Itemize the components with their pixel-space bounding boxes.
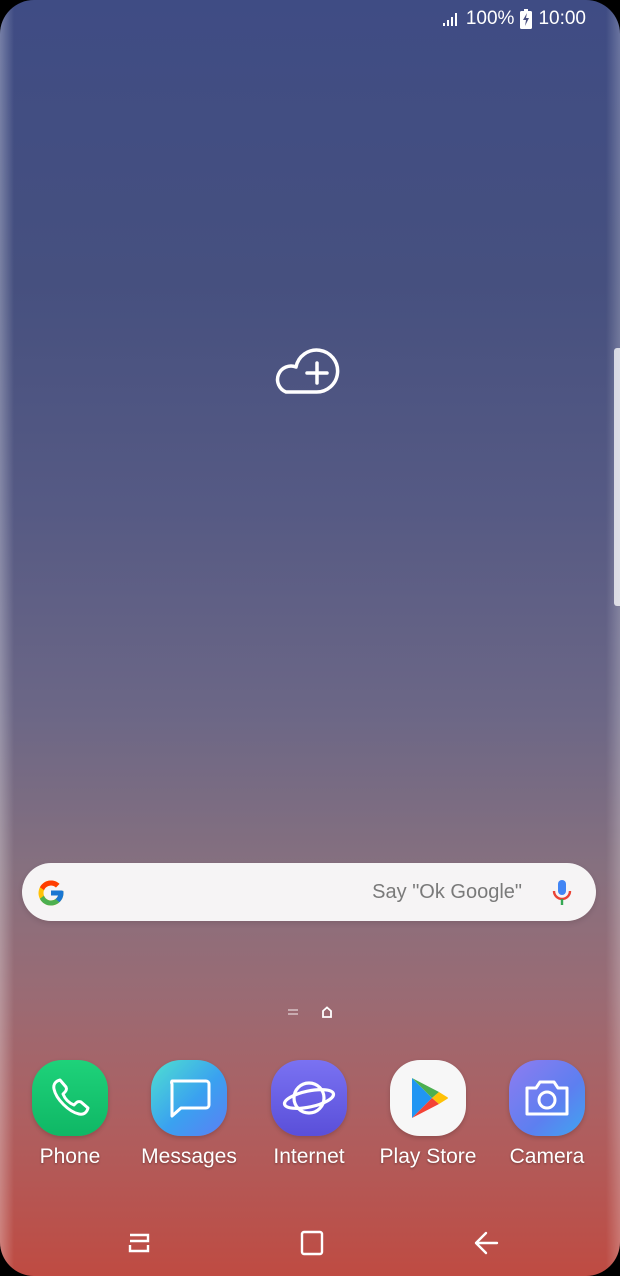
app-label: Internet — [273, 1145, 345, 1168]
play-store-icon[interactable] — [390, 1060, 466, 1136]
messages-icon[interactable] — [151, 1060, 227, 1136]
edge-panel-handle[interactable] — [614, 348, 620, 606]
internet-icon[interactable] — [271, 1060, 347, 1136]
app-label: Phone — [39, 1145, 101, 1168]
google-g-icon — [36, 878, 66, 908]
battery-percent: 100% — [465, 8, 515, 29]
app-label: Messages — [141, 1145, 237, 1168]
home-page-icon — [321, 1006, 333, 1018]
app-dock: Phone Messages Internet Play Store Camer… — [0, 1060, 620, 1180]
microphone-icon[interactable] — [550, 878, 574, 908]
pages-icon — [287, 1007, 299, 1017]
clock: 10:00 — [538, 8, 586, 29]
app-camera[interactable]: Camera — [492, 1060, 602, 1169]
search-placeholder: Say "Ok Google" — [372, 881, 522, 903]
app-phone[interactable]: Phone — [15, 1060, 125, 1169]
signal-icon — [442, 11, 460, 27]
app-internet[interactable]: Internet — [254, 1060, 364, 1169]
app-label: Play Store — [379, 1145, 477, 1168]
app-label: Camera — [509, 1145, 585, 1168]
home-icon[interactable] — [295, 1226, 329, 1260]
back-icon[interactable] — [469, 1226, 503, 1260]
google-search-bar[interactable]: Say "Ok Google" — [22, 863, 596, 921]
cloud-add-icon[interactable] — [272, 348, 346, 398]
camera-icon[interactable] — [509, 1060, 585, 1136]
home-screen: 100% 10:00 Say "Ok Google" Phone Message… — [0, 0, 620, 1276]
page-indicator — [0, 1006, 620, 1018]
app-messages[interactable]: Messages — [134, 1060, 244, 1169]
battery-charging-icon — [520, 9, 533, 29]
phone-icon[interactable] — [32, 1060, 108, 1136]
app-play-store[interactable]: Play Store — [373, 1060, 483, 1169]
navigation-bar — [0, 1222, 620, 1262]
recent-apps-icon[interactable] — [122, 1226, 156, 1260]
status-bar: 100% 10:00 — [442, 6, 586, 32]
